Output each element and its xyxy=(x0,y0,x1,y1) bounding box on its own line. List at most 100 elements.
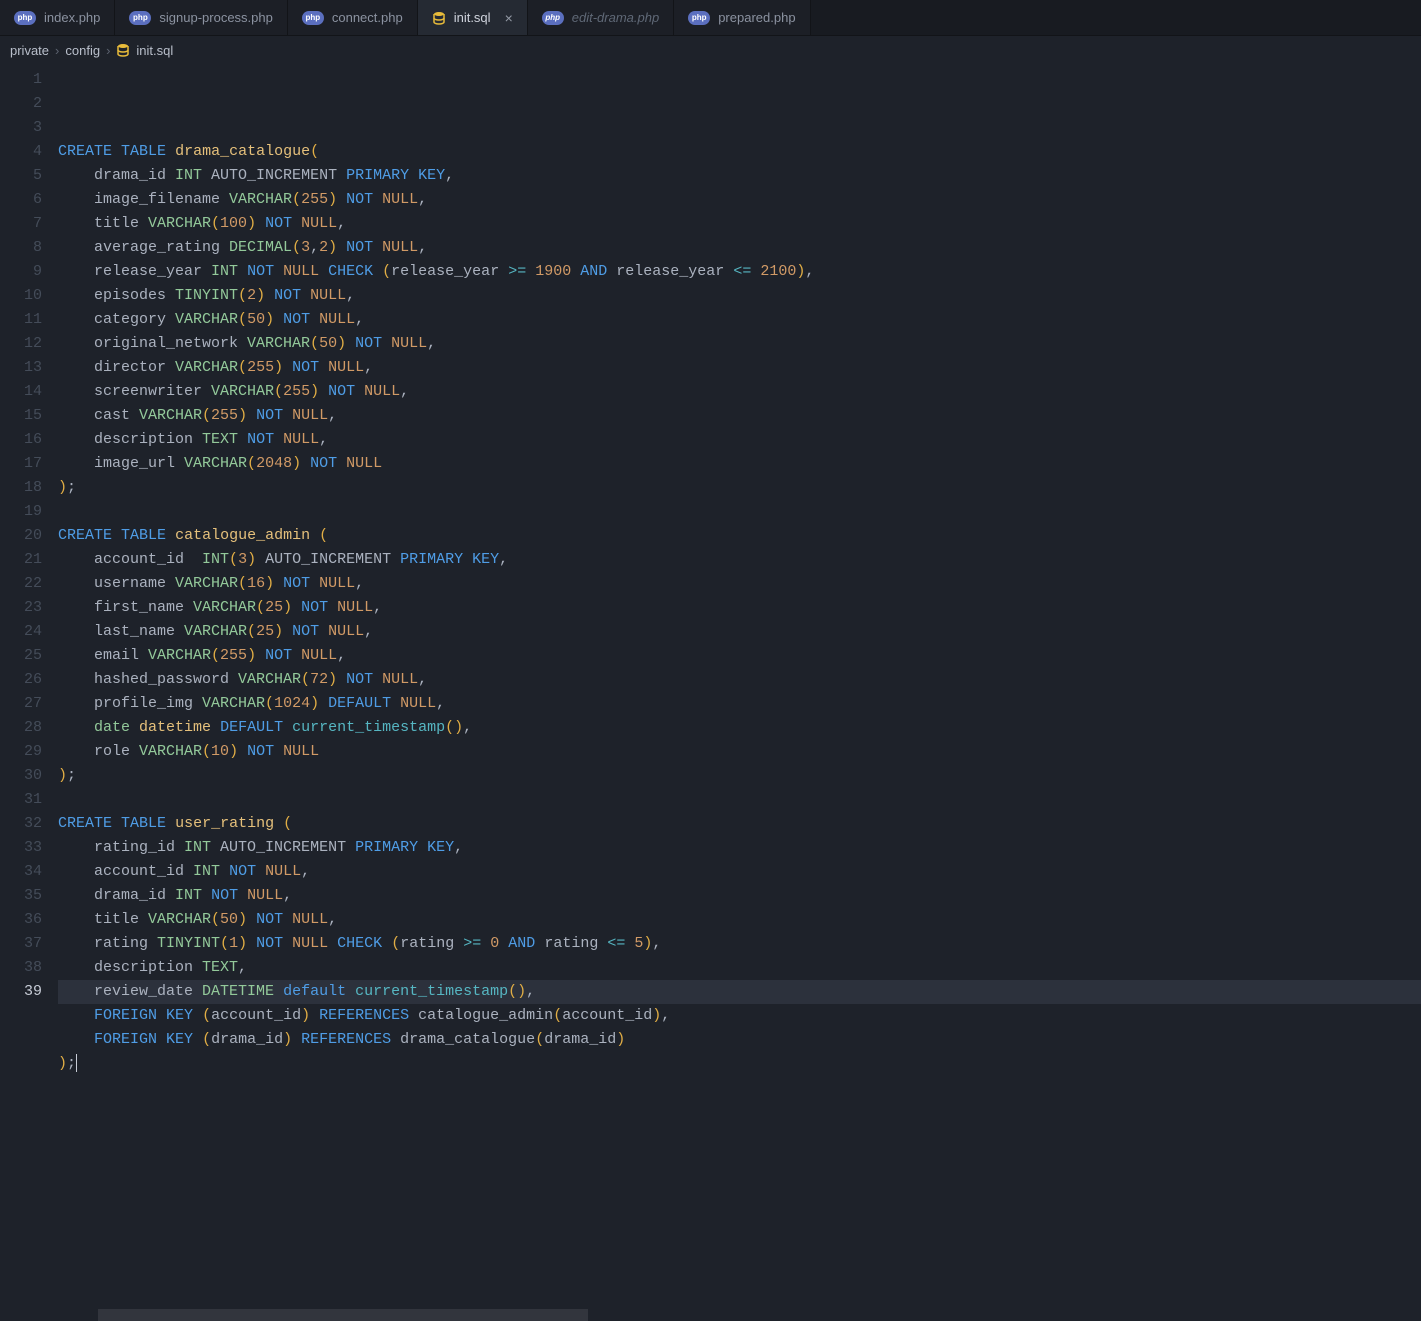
breadcrumb-file[interactable]: init.sql xyxy=(136,43,173,58)
line-number: 16 xyxy=(0,428,42,452)
code-line[interactable]: FOREIGN KEY (account_id) REFERENCES cata… xyxy=(58,1004,1421,1028)
code-line[interactable]: account_id INT NOT NULL, xyxy=(58,860,1421,884)
line-number: 38 xyxy=(0,956,42,980)
line-number: 2 xyxy=(0,92,42,116)
line-number: 28 xyxy=(0,716,42,740)
tab-bar: php index.php php signup-process.php phpconn… xyxy=(0,0,1421,36)
line-number: 13 xyxy=(0,356,42,380)
tab-label: index.php xyxy=(44,10,100,25)
code-line[interactable]: role VARCHAR(10) NOT NULL xyxy=(58,740,1421,764)
code-line[interactable] xyxy=(58,788,1421,812)
line-number: 37 xyxy=(0,932,42,956)
tab-prepared-php[interactable]: php prepared.php xyxy=(674,0,810,35)
line-number: 1 xyxy=(0,68,42,92)
php-icon: php xyxy=(542,11,564,25)
code-line[interactable]: description TEXT, xyxy=(58,956,1421,980)
code-line[interactable]: ); xyxy=(58,476,1421,500)
breadcrumb-segment[interactable]: config xyxy=(65,43,100,58)
tab-label: edit-drama.php xyxy=(572,10,659,25)
code-line[interactable]: CREATE TABLE drama_catalogue( xyxy=(58,140,1421,164)
code-line[interactable]: director VARCHAR(255) NOT NULL, xyxy=(58,356,1421,380)
line-number: 27 xyxy=(0,692,42,716)
close-icon[interactable]: × xyxy=(505,11,513,25)
code-line[interactable]: original_network VARCHAR(50) NOT NULL, xyxy=(58,332,1421,356)
line-number: 17 xyxy=(0,452,42,476)
line-number: 14 xyxy=(0,380,42,404)
code-line[interactable]: screenwriter VARCHAR(255) NOT NULL, xyxy=(58,380,1421,404)
line-number: 5 xyxy=(0,164,42,188)
tab-signup-process-php[interactable]: php signup-process.php xyxy=(115,0,287,35)
code-line[interactable]: image_filename VARCHAR(255) NOT NULL, xyxy=(58,188,1421,212)
line-number: 25 xyxy=(0,644,42,668)
code-line[interactable]: drama_id INT NOT NULL, xyxy=(58,884,1421,908)
php-icon: php xyxy=(129,11,151,25)
text-cursor xyxy=(76,1054,77,1072)
tab-connect-php[interactable]: phpconnect.php xyxy=(288,0,418,35)
database-icon xyxy=(432,11,446,25)
line-number: 3 xyxy=(0,116,42,140)
line-number: 11 xyxy=(0,308,42,332)
code-line[interactable]: category VARCHAR(50) NOT NULL, xyxy=(58,308,1421,332)
code-line[interactable]: description TEXT NOT NULL, xyxy=(58,428,1421,452)
php-icon: php xyxy=(302,11,324,25)
code-line[interactable]: ); xyxy=(58,1052,1421,1076)
line-number: 7 xyxy=(0,212,42,236)
code-line[interactable]: image_url VARCHAR(2048) NOT NULL xyxy=(58,452,1421,476)
code-line[interactable]: date datetime DEFAULT current_timestamp(… xyxy=(58,716,1421,740)
line-number: 36 xyxy=(0,908,42,932)
code-line[interactable]: CREATE TABLE catalogue_admin ( xyxy=(58,524,1421,548)
code-line[interactable]: drama_id INT AUTO_INCREMENT PRIMARY KEY, xyxy=(58,164,1421,188)
php-icon: php xyxy=(14,11,36,25)
line-number: 20 xyxy=(0,524,42,548)
line-number: 24 xyxy=(0,620,42,644)
line-number: 33 xyxy=(0,836,42,860)
code-editor[interactable]: 1234567891011121314151617181920212223242… xyxy=(0,64,1421,1321)
code-line[interactable]: rating TINYINT(1) NOT NULL CHECK (rating… xyxy=(58,932,1421,956)
code-line[interactable]: title VARCHAR(100) NOT NULL, xyxy=(58,212,1421,236)
line-number: 34 xyxy=(0,860,42,884)
tab-label: signup-process.php xyxy=(159,10,272,25)
code-line[interactable]: username VARCHAR(16) NOT NULL, xyxy=(58,572,1421,596)
code-line[interactable]: ); xyxy=(58,764,1421,788)
chevron-right-icon: › xyxy=(106,43,110,58)
code-line[interactable] xyxy=(58,500,1421,524)
code-line[interactable]: CREATE TABLE user_rating ( xyxy=(58,812,1421,836)
tab-label: prepared.php xyxy=(718,10,795,25)
code-line[interactable]: hashed_password VARCHAR(72) NOT NULL, xyxy=(58,668,1421,692)
horizontal-scrollbar-thumb[interactable] xyxy=(98,1309,588,1321)
code-area[interactable]: CREATE TABLE drama_catalogue( drama_id I… xyxy=(58,64,1421,1080)
code-line[interactable]: rating_id INT AUTO_INCREMENT PRIMARY KEY… xyxy=(58,836,1421,860)
line-number-gutter: 1234567891011121314151617181920212223242… xyxy=(0,64,58,1080)
line-number: 23 xyxy=(0,596,42,620)
tab-index-php[interactable]: php index.php xyxy=(0,0,115,35)
code-line[interactable]: average_rating DECIMAL(3,2) NOT NULL, xyxy=(58,236,1421,260)
line-number: 21 xyxy=(0,548,42,572)
code-line[interactable]: cast VARCHAR(255) NOT NULL, xyxy=(58,404,1421,428)
tab-init-sql[interactable]: init.sql × xyxy=(418,0,528,35)
line-number: 35 xyxy=(0,884,42,908)
code-line[interactable]: last_name VARCHAR(25) NOT NULL, xyxy=(58,620,1421,644)
code-line[interactable]: episodes TINYINT(2) NOT NULL, xyxy=(58,284,1421,308)
line-number: 22 xyxy=(0,572,42,596)
code-line[interactable]: review_date DATETIME default current_tim… xyxy=(58,980,1421,1004)
code-line[interactable]: profile_img VARCHAR(1024) DEFAULT NULL, xyxy=(58,692,1421,716)
line-number: 30 xyxy=(0,764,42,788)
breadcrumb-segment[interactable]: private xyxy=(10,43,49,58)
line-number: 9 xyxy=(0,260,42,284)
tab-edit-drama-php[interactable]: php edit-drama.php xyxy=(528,0,674,35)
code-line[interactable]: title VARCHAR(50) NOT NULL, xyxy=(58,908,1421,932)
chevron-right-icon: › xyxy=(55,43,59,58)
code-line[interactable]: release_year INT NOT NULL CHECK (release… xyxy=(58,260,1421,284)
line-number: 31 xyxy=(0,788,42,812)
line-number: 6 xyxy=(0,188,42,212)
line-number: 8 xyxy=(0,236,42,260)
line-number: 39 xyxy=(0,980,42,1004)
php-icon: php xyxy=(688,11,710,25)
line-number: 15 xyxy=(0,404,42,428)
code-line[interactable]: email VARCHAR(255) NOT NULL, xyxy=(58,644,1421,668)
code-line[interactable]: first_name VARCHAR(25) NOT NULL, xyxy=(58,596,1421,620)
breadcrumb: private › config › init.sql xyxy=(0,36,1421,64)
code-line[interactable]: FOREIGN KEY (drama_id) REFERENCES drama_… xyxy=(58,1028,1421,1052)
code-line[interactable]: account_id INT(3) AUTO_INCREMENT PRIMARY… xyxy=(58,548,1421,572)
tab-label: init.sql xyxy=(454,10,491,25)
